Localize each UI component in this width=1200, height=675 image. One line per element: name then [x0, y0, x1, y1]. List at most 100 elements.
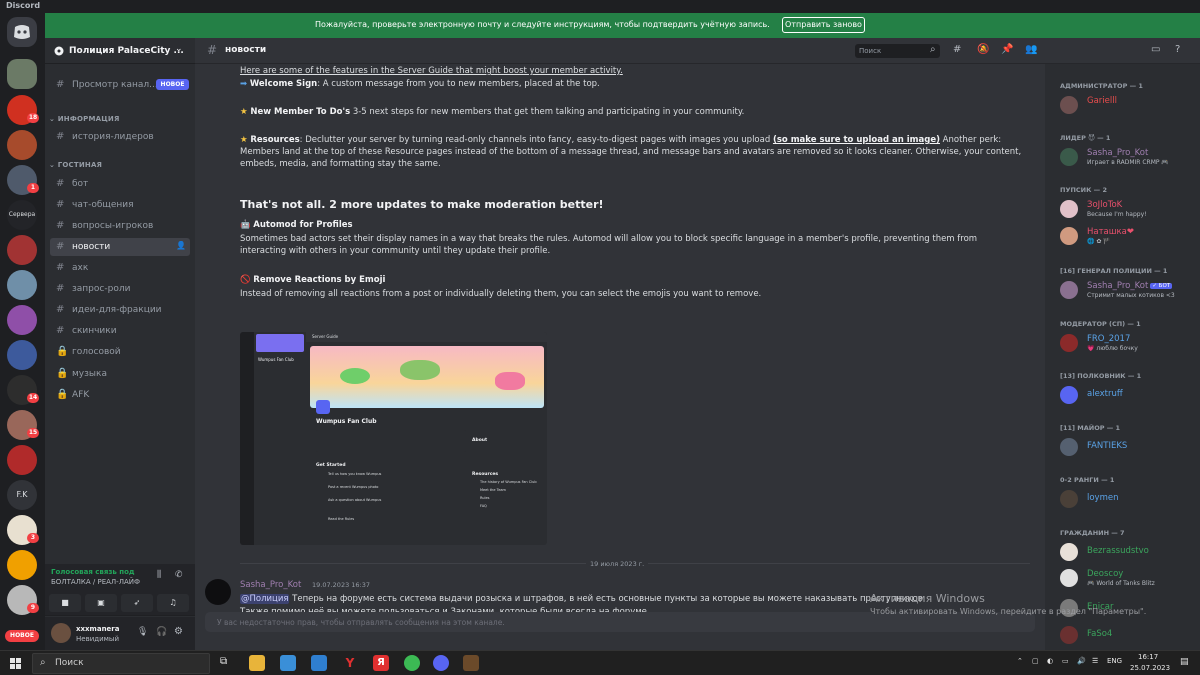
members-icon[interactable]: 👥	[1025, 44, 1037, 55]
hash-icon: #	[56, 325, 65, 336]
clock-time[interactable]: 16:17	[1138, 653, 1158, 661]
server-icon[interactable]	[7, 130, 37, 160]
username: xxxmanera	[76, 625, 120, 633]
chevron-down-icon[interactable]: ⌄	[175, 44, 183, 54]
noise-suppression-icon[interactable]: ⫼	[157, 570, 161, 580]
server-guide-screenshot[interactable]: Server Guide Wumpus Fan Club Wumpus Fan …	[240, 332, 547, 545]
hash-icon: #	[56, 262, 65, 273]
file-explorer-icon[interactable]	[249, 655, 265, 671]
server-icon[interactable]	[7, 270, 37, 300]
language-indicator[interactable]: ENG	[1107, 657, 1122, 665]
app-title: Discord	[6, 1, 41, 10]
help-icon[interactable]: ?	[1175, 44, 1180, 55]
embed-get-started: Get Started	[316, 463, 346, 468]
notifications-icon[interactable]: ▤	[1180, 657, 1189, 667]
channel-news[interactable]: # новости 👤	[50, 238, 190, 256]
tray-chevron-icon[interactable]: ⌃	[1017, 657, 1023, 665]
channel-questions[interactable]: # вопросы-игроков	[50, 217, 190, 235]
inbox-icon[interactable]: ▭	[1151, 44, 1160, 55]
activity-button[interactable]: ➶	[121, 594, 153, 612]
channel-leaders-history[interactable]: # история-лидеров	[50, 128, 190, 146]
channel-name: новости	[225, 45, 267, 55]
server-icon[interactable]	[7, 550, 37, 580]
microphone-icon[interactable]: 🎙	[137, 627, 148, 637]
tray-icon[interactable]: ◐	[1047, 657, 1053, 665]
new-servers-badge[interactable]: НОВОЕ	[5, 630, 39, 642]
tray-icon[interactable]: ▢	[1032, 657, 1039, 665]
headphones-icon[interactable]: 🎧	[156, 627, 167, 637]
yandex-browser-icon[interactable]: Y	[342, 655, 358, 671]
disconnect-icon[interactable]: ✆	[175, 570, 183, 580]
server-folder-servers[interactable]: Сервера	[7, 200, 37, 230]
discord-taskbar-icon[interactable]	[433, 655, 449, 671]
server-icon[interactable]	[7, 305, 37, 335]
member-item[interactable]: ЗоJloToK Because I'm happy!	[1060, 198, 1195, 220]
member-item[interactable]: Sasha_Pro_Kot Играет в RADMIR CRMP 🎮	[1060, 146, 1195, 168]
camera-button[interactable]: ■	[49, 594, 81, 612]
wifi-icon[interactable]: ☰	[1092, 657, 1098, 665]
chrome-icon[interactable]	[404, 655, 420, 671]
avatar[interactable]	[51, 623, 71, 643]
server-list[interactable]: 18 1 Сервера 14 15 F.K 3 9 НОВОЕ	[0, 13, 45, 650]
screen-share-button[interactable]: ▣	[85, 594, 117, 612]
mail-icon[interactable]	[311, 655, 327, 671]
taskbar-search-input[interactable]: Поиск	[32, 653, 210, 674]
discord-home-icon[interactable]	[7, 17, 37, 47]
welcome-line: ➡ Welcome Sign: A custom message from yo…	[240, 79, 600, 89]
soundboard-button[interactable]: ♫	[157, 594, 189, 612]
channel-ideas[interactable]: # идеи-для-фракции	[50, 301, 190, 319]
channel-bot[interactable]: # бот	[50, 175, 190, 193]
embed-step: Post a recent Wumpus photo	[328, 485, 379, 489]
search-input[interactable]: Поиск	[855, 44, 940, 58]
member-category: АДМИНИСТРАТОР — 1	[1060, 82, 1143, 90]
avatar[interactable]	[205, 579, 231, 605]
pin-icon[interactable]: 📌	[1001, 44, 1013, 55]
member-item[interactable]: FaSo4	[1060, 624, 1195, 646]
server-icon[interactable]	[7, 235, 37, 265]
server-icon-fk[interactable]: F.K	[7, 480, 37, 510]
channel-music[interactable]: 🔒 музыка	[50, 365, 190, 383]
category-lounge[interactable]: ⌄ ГОСТИНАЯ	[49, 161, 102, 169]
add-member-icon[interactable]: 👤	[176, 241, 186, 250]
role-mention[interactable]: @Полиция	[240, 594, 290, 604]
server-icon[interactable]	[7, 340, 37, 370]
network-icon[interactable]: ▭	[1062, 657, 1069, 665]
channel-skins[interactable]: # скинчики	[50, 322, 190, 340]
message-author[interactable]: Sasha_Pro_Kot	[240, 580, 301, 590]
mute-bell-icon[interactable]: 🔕	[977, 44, 989, 55]
member-item[interactable]: FANTIEKS	[1060, 436, 1195, 458]
minecraft-icon[interactable]	[463, 655, 479, 671]
member-item[interactable]: alextruff	[1060, 384, 1195, 406]
gear-icon[interactable]: ⚙	[174, 626, 183, 637]
voice-channel[interactable]: БОЛТАЛКА / РЕАЛ-ЛАЙФ	[51, 578, 140, 586]
avatar	[1060, 148, 1078, 166]
yandex-icon[interactable]: Я	[373, 655, 389, 671]
windows-start-icon[interactable]	[10, 658, 21, 669]
channel-voice[interactable]: 🔒 голосовой	[50, 343, 190, 361]
channel-role-request[interactable]: # запрос-роли	[50, 280, 190, 298]
store-icon[interactable]	[280, 655, 296, 671]
volume-icon[interactable]: 🔊	[1077, 657, 1086, 665]
server-icon-police[interactable]	[7, 59, 37, 89]
avatar	[1060, 569, 1078, 587]
server-header[interactable]: Полиция PalaceCity ... ⌄	[45, 38, 195, 64]
prohibited-icon: 🚫	[240, 275, 251, 285]
member-item[interactable]: loymen	[1060, 488, 1195, 510]
member-item[interactable]: FRO_2017 💗 люблю бочку	[1060, 332, 1195, 354]
resend-button[interactable]: Отправить заново	[782, 17, 865, 33]
browse-channels[interactable]: # Просмотр канал... НОВОЕ	[50, 76, 190, 94]
server-icon[interactable]	[7, 445, 37, 475]
channel-chat[interactable]: # чат-общения	[50, 196, 190, 214]
member-item[interactable]: Наташка❤ 🌐 ✿ 🏴	[1060, 225, 1195, 247]
category-info[interactable]: ⌄ ИНФОРМАЦИЯ	[49, 115, 120, 123]
member-item[interactable]: Bezrassudstvo	[1060, 541, 1195, 563]
task-view-icon[interactable]: ⧉	[220, 656, 227, 667]
threads-icon[interactable]: #	[953, 44, 961, 55]
channel-ahk[interactable]: # ахк	[50, 259, 190, 277]
clock-date[interactable]: 25.07.2023	[1130, 664, 1170, 672]
member-category: ПУПСИК — 2	[1060, 186, 1107, 194]
channel-afk[interactable]: 🔒 AFK	[50, 386, 190, 404]
member-item[interactable]: Garielll	[1060, 94, 1195, 116]
member-item[interactable]: Sasha_Pro_Kot ✓ БОТ Стримит малых котиков …	[1060, 279, 1195, 301]
member-item[interactable]: Deoscoy 🎮 World of Tanks Blitz	[1060, 567, 1195, 589]
